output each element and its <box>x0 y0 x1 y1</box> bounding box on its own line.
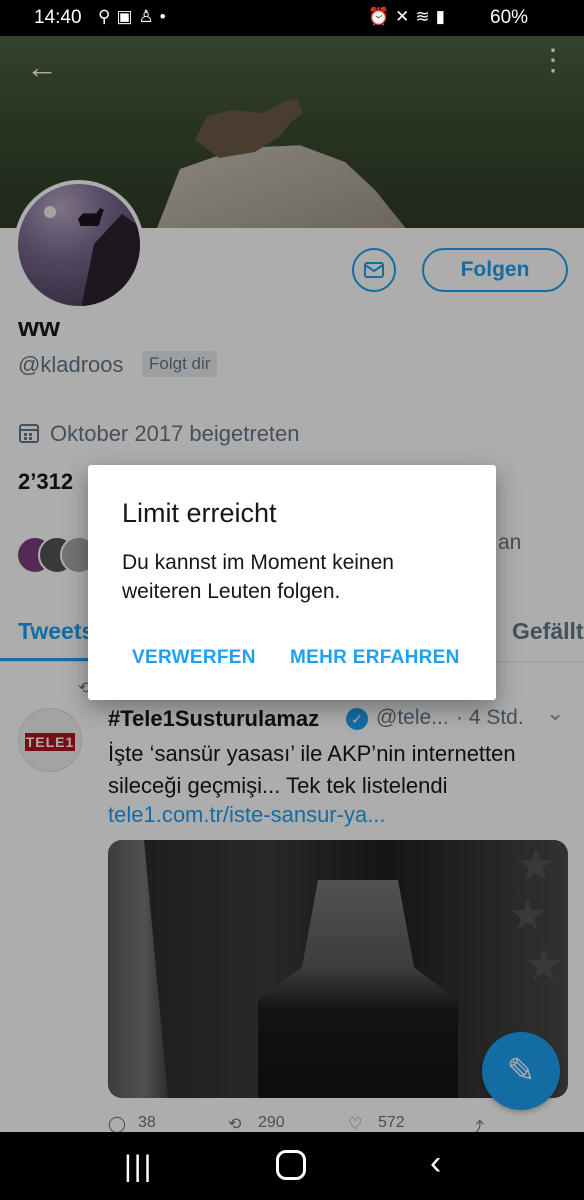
status-left-icons: ⚲▣♙• <box>98 7 172 27</box>
dialog-message: Du kannst im Moment keinen weiteren Leut… <box>122 551 394 603</box>
learn-more-button[interactable]: MEHR ERFAHREN <box>290 647 460 669</box>
recents-icon[interactable]: ||| <box>124 1150 153 1184</box>
back-icon[interactable]: ‹ <box>430 1144 441 1183</box>
status-time: 14:40 <box>34 7 82 28</box>
dismiss-button[interactable]: VERWERFEN <box>132 647 256 669</box>
signal-icon: ▮ <box>435 7 452 26</box>
dot-icon: • <box>159 7 172 26</box>
battery-level: 60% <box>490 7 529 28</box>
dialog-title: Limit erreicht <box>122 498 277 528</box>
image-icon: ▣ <box>116 7 139 26</box>
add-person-icon: ♙ <box>138 7 160 26</box>
home-icon[interactable] <box>276 1150 306 1180</box>
status-right-icons: ⏰✕≋▮ <box>368 7 451 27</box>
wifi-icon: ≋ <box>415 7 436 26</box>
mute-icon: ✕ <box>395 7 416 26</box>
alarm-icon: ⏰ <box>368 7 396 26</box>
status-bar: 14:40 ⚲▣♙• ⏰✕≋▮ 60% <box>0 0 584 36</box>
limit-dialog: Limit erreicht Du kannst im Moment keine… <box>88 465 496 700</box>
usb-icon: ⚲ <box>98 7 117 26</box>
